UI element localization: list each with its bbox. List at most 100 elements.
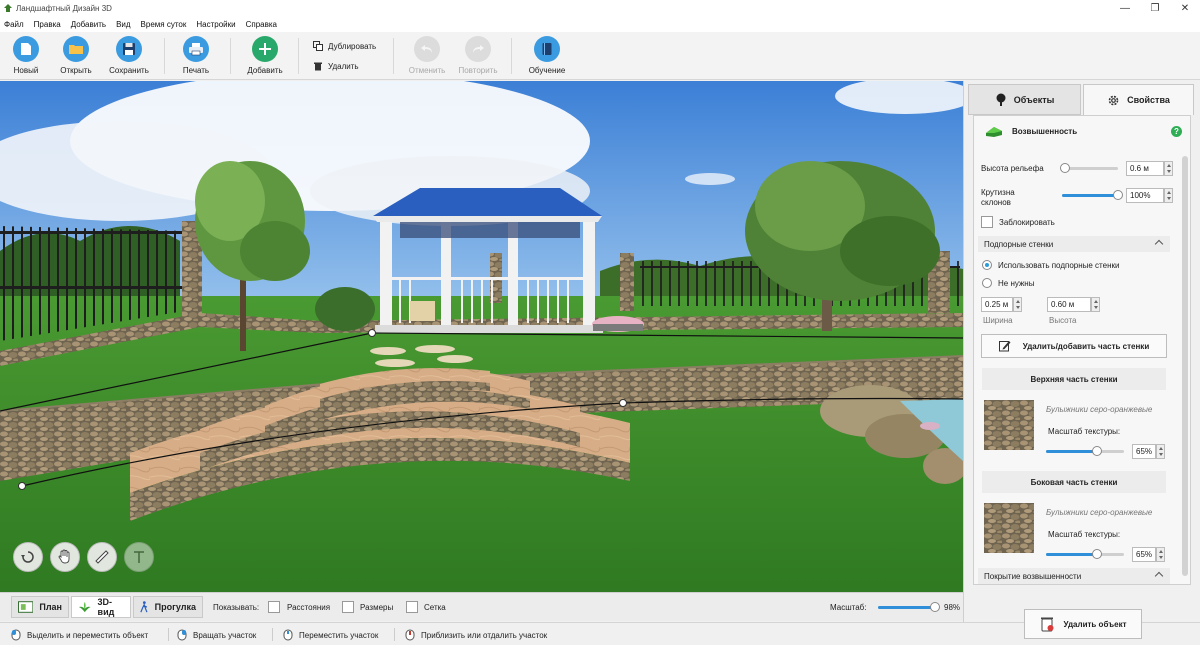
- panel-scrollbar[interactable]: [1182, 156, 1188, 576]
- relief-height-slider-thumb[interactable]: [1060, 163, 1070, 173]
- add-button[interactable]: Добавить: [239, 36, 291, 78]
- status-separator: [272, 628, 273, 641]
- save-button[interactable]: Сохранить: [103, 36, 155, 78]
- open-button[interactable]: Открыть: [50, 36, 102, 78]
- toolbar-separator: [164, 38, 165, 74]
- wall-height-spinner[interactable]: [1091, 297, 1100, 312]
- hill-icon: [986, 127, 1002, 137]
- menu-add[interactable]: Добавить: [71, 20, 106, 29]
- help-icon[interactable]: ?: [1171, 126, 1182, 137]
- top-texture-scale-thumb[interactable]: [1092, 446, 1102, 456]
- redo-button[interactable]: Повторить: [452, 36, 504, 78]
- menu-time-of-day[interactable]: Время суток: [141, 20, 187, 29]
- use-retaining-walls-radio[interactable]: [982, 260, 992, 270]
- side-texture-scale-fill: [1046, 553, 1097, 556]
- trash-icon: [314, 62, 322, 71]
- relief-height-input[interactable]: 0.6 м: [1126, 161, 1164, 176]
- wall-width-spinner[interactable]: [1013, 297, 1022, 312]
- slope-slider-thumb[interactable]: [1113, 190, 1123, 200]
- sizes-label: Размеры: [360, 603, 394, 612]
- top-texture-scale-spinner[interactable]: [1156, 444, 1165, 459]
- app-logo-icon: [4, 4, 12, 12]
- relief-height-spinner[interactable]: [1164, 161, 1173, 176]
- side-texture-swatch[interactable]: [984, 503, 1034, 553]
- rotate-tool-button[interactable]: [13, 542, 43, 572]
- wall-width-input[interactable]: 0.25 м: [981, 297, 1013, 312]
- learn-button[interactable]: Обучение: [521, 36, 573, 78]
- new-button[interactable]: Новый: [0, 36, 52, 78]
- delete-object-button[interactable]: Удалить объект: [1024, 609, 1142, 639]
- hill-cover-header[interactable]: Покрытие возвышенности: [978, 568, 1170, 584]
- rotate-hand-icon: [21, 551, 34, 563]
- toolbar-separator: [511, 38, 512, 74]
- printer-icon: [183, 36, 209, 62]
- redo-icon: [465, 36, 491, 62]
- slope-spinner[interactable]: [1164, 188, 1173, 203]
- trash-delete-icon: [1040, 617, 1053, 632]
- 3d-view-button[interactable]: 3D-вид: [71, 596, 131, 618]
- status-bar: Выделить и переместить объект Вращать уч…: [0, 622, 1200, 645]
- scale-slider-fill: [878, 606, 935, 609]
- gear-icon: [1108, 95, 1119, 105]
- top-texture-scale-label: Масштаб текстуры:: [1048, 427, 1121, 436]
- top-part-header: Верхняя часть стенки: [982, 368, 1166, 390]
- 3d-viewport[interactable]: [0, 81, 963, 592]
- slope-slider-fill: [1062, 194, 1118, 197]
- tree-icon: [996, 93, 1006, 106]
- minimize-button[interactable]: —: [1110, 0, 1140, 17]
- maximize-button[interactable]: ❐: [1140, 0, 1170, 17]
- retaining-walls-header[interactable]: Подпорные стенки: [978, 236, 1170, 252]
- relief-height-slider[interactable]: [1062, 167, 1118, 170]
- scale-label: Масштаб:: [830, 603, 867, 612]
- use-retaining-walls-label: Использовать подпорные стенки: [998, 261, 1120, 270]
- top-texture-swatch[interactable]: [984, 400, 1034, 450]
- tab-properties[interactable]: Свойства: [1083, 84, 1194, 115]
- delete-button[interactable]: Удалить: [313, 61, 359, 71]
- sizes-checkbox[interactable]: [342, 601, 354, 613]
- walk-view-button[interactable]: Прогулка: [133, 596, 203, 618]
- distances-checkbox[interactable]: [268, 601, 280, 613]
- main-toolbar: Новый Открыть Сохранить Печать Добавить …: [0, 32, 1200, 80]
- grid-checkbox[interactable]: [406, 601, 418, 613]
- walking-person-icon: [140, 601, 148, 613]
- pan-tool-button[interactable]: [50, 542, 80, 572]
- top-texture-scale-input[interactable]: 65%: [1132, 444, 1156, 459]
- side-texture-scale-input[interactable]: 65%: [1132, 547, 1156, 562]
- show-label: Показывать:: [213, 603, 260, 612]
- status-separator: [394, 628, 395, 641]
- menu-help[interactable]: Справка: [246, 20, 277, 29]
- status-move: Переместить участок: [283, 629, 378, 641]
- lock-checkbox[interactable]: [981, 216, 993, 228]
- side-texture-scale-thumb[interactable]: [1092, 549, 1102, 559]
- menu-file[interactable]: Файл: [4, 20, 24, 29]
- menu-settings[interactable]: Настройки: [196, 20, 235, 29]
- ruler-icon: [95, 550, 109, 564]
- edit-pencil-icon: [998, 341, 1011, 352]
- slope-input[interactable]: 100%: [1126, 188, 1164, 203]
- tab-objects[interactable]: Объекты: [968, 84, 1081, 115]
- edit-wall-part-button[interactable]: Удалить/добавить часть стенки: [981, 334, 1167, 358]
- slope-label-2: склонов: [981, 198, 1011, 207]
- menu-bar: Файл Правка Добавить Вид Время суток Нас…: [0, 17, 1200, 32]
- distances-label: Расстояния: [287, 603, 331, 612]
- no-retaining-walls-radio[interactable]: [982, 278, 992, 288]
- close-button[interactable]: ✕: [1170, 0, 1200, 17]
- object-name: Возвышенность: [1012, 127, 1078, 136]
- status-separator: [168, 628, 169, 641]
- text-tool-button[interactable]: [124, 542, 154, 572]
- scale-slider-thumb[interactable]: [930, 602, 940, 612]
- measure-tool-button[interactable]: [87, 542, 117, 572]
- side-texture-scale-spinner[interactable]: [1156, 547, 1165, 562]
- new-file-icon: [13, 36, 39, 62]
- undo-button[interactable]: Отменить: [401, 36, 453, 78]
- title-bar: Ландшафтный Дизайн 3D — ❐ ✕: [0, 0, 1200, 17]
- mouse-icon: [177, 629, 187, 641]
- plan-view-button[interactable]: План: [11, 596, 69, 618]
- grid-label: Сетка: [424, 603, 446, 612]
- wall-height-input[interactable]: 0.60 м: [1047, 297, 1091, 312]
- menu-view[interactable]: Вид: [116, 20, 130, 29]
- duplicate-button[interactable]: Дублировать: [313, 41, 376, 51]
- print-button[interactable]: Печать: [170, 36, 222, 78]
- menu-edit[interactable]: Правка: [34, 20, 61, 29]
- folder-icon: [63, 36, 89, 62]
